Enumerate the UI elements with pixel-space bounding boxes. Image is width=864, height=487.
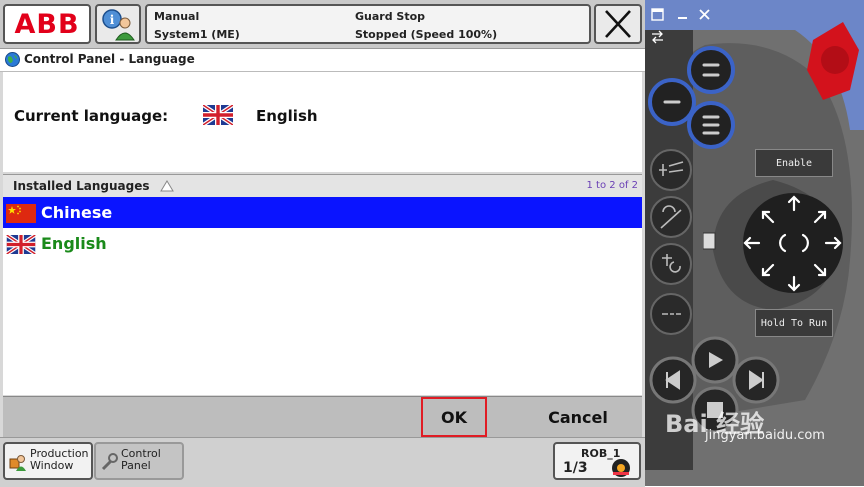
cancel-button[interactable]: Cancel	[533, 397, 623, 437]
top-bar: ABB i Manual System1 (ME) Guard Stop Sto…	[0, 0, 728, 49]
list-item-chinese[interactable]: Chinese	[3, 197, 642, 228]
wrench-icon	[101, 453, 118, 471]
quickset-rob1-button[interactable]: ROB_1 1/3	[553, 442, 641, 480]
uk-flag-icon	[203, 105, 233, 125]
list-item-label: English	[41, 234, 107, 253]
event-log-button[interactable]: i	[95, 4, 141, 44]
system-text: System1 (ME)	[154, 28, 240, 41]
sort-ascending-icon[interactable]	[160, 180, 174, 192]
production-window-task[interactable]: Production Window	[3, 442, 93, 480]
china-flag-icon	[6, 204, 36, 223]
rob-ratio: 1/3	[563, 460, 588, 476]
joystick[interactable]	[703, 175, 843, 315]
minimize-window-icon[interactable]	[676, 8, 689, 21]
language-list: Chinese English	[3, 197, 642, 395]
restore-window-icon[interactable]	[651, 8, 664, 21]
swap-icon[interactable]	[651, 30, 664, 44]
control-panel-line-2: Panel	[121, 459, 151, 472]
action-bar: OK Cancel	[3, 396, 642, 437]
close-window-icon[interactable]	[698, 8, 711, 21]
current-language-value: English	[256, 107, 318, 125]
robot-icon	[612, 459, 630, 477]
guard-stop-text: Guard Stop	[355, 10, 426, 23]
svg-text:i: i	[110, 13, 115, 27]
control-panel-task[interactable]: Control Panel	[94, 442, 184, 480]
current-language-panel: Current language: English	[3, 72, 642, 172]
ok-button[interactable]: OK	[421, 397, 487, 437]
control-panel-globe-icon	[5, 52, 20, 67]
current-language-label: Current language:	[14, 107, 169, 125]
abb-logo-text: ABB	[14, 8, 80, 40]
window-title-bar: Control Panel - Language	[0, 49, 645, 72]
uk-flag-icon	[6, 235, 36, 254]
abb-menu-button[interactable]: ABB	[3, 4, 91, 44]
watermark-url: jingyan.baidu.com	[705, 428, 825, 443]
status-bar[interactable]: Manual System1 (ME) Guard Stop Stopped (…	[145, 4, 728, 44]
window-title: Control Panel - Language	[24, 52, 195, 66]
virtual-pendant-panel: Enable Hold To Run Bai 经验 jingyan.baidu.…	[645, 0, 864, 486]
list-header-label: Installed Languages	[13, 179, 150, 193]
close-icon	[605, 10, 631, 38]
installed-languages-header[interactable]: Installed Languages 1 to 2 of 2	[3, 174, 642, 198]
close-button[interactable]	[594, 4, 642, 44]
production-window-icon	[9, 455, 26, 471]
mode-text: Manual	[154, 10, 200, 23]
taskbar: Production Window Control Panel ROB_1 1/…	[0, 437, 645, 487]
list-count: 1 to 2 of 2	[586, 180, 638, 191]
list-item-label: Chinese	[41, 203, 113, 222]
enable-button[interactable]: Enable	[755, 149, 833, 177]
list-item-english[interactable]: English	[3, 228, 642, 259]
state-text: Stopped (Speed 100%)	[355, 28, 498, 41]
side-buttons[interactable]	[647, 140, 695, 350]
operator-info-icon: i	[102, 9, 135, 41]
programmable-keys[interactable]	[647, 45, 757, 150]
flexpendant-screen: ABB i Manual System1 (ME) Guard Stop Sto…	[0, 0, 728, 487]
production-line-2: Window	[30, 459, 74, 472]
